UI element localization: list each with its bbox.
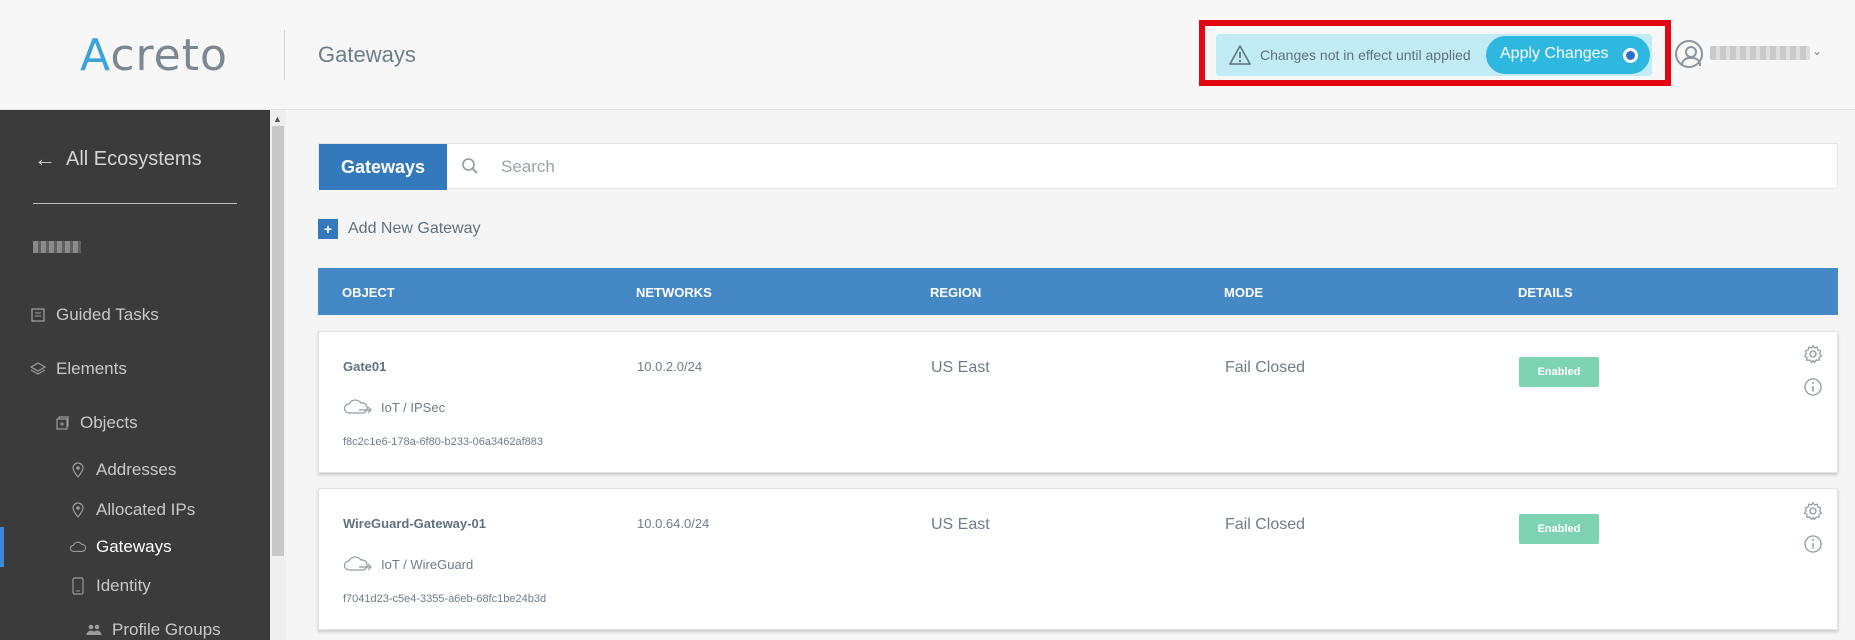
chevron-down-icon[interactable]: ⌄: [1812, 44, 1822, 58]
sidebar-item-label: Guided Tasks: [56, 305, 159, 324]
cloud-icon: [343, 556, 372, 571]
ecosystem-name-redacted: [33, 241, 81, 253]
pending-changes-bar: Changes not in effect until applied Appl…: [1216, 34, 1652, 76]
sidebar-item-label: Objects: [80, 413, 138, 432]
column-header-networks: NETWORKS: [636, 285, 712, 300]
gear-icon[interactable]: [1803, 344, 1823, 364]
active-indicator: [0, 527, 4, 567]
table-header: OBJECT NETWORKS REGION MODE DETAILS: [318, 268, 1838, 315]
search-input[interactable]: [501, 152, 1801, 182]
all-ecosystems-label: All Ecosystems: [66, 147, 202, 170]
sidebar-item-label: Identity: [96, 576, 151, 595]
location-pin-icon: [70, 462, 86, 478]
table-row[interactable]: Gate01 IoT / IPSec f8c2c1e6-178a-6f80-b2…: [318, 331, 1838, 473]
gateway-uuid: f8c2c1e6-178a-6f80-b233-06a3462af883: [343, 436, 543, 448]
plus-icon: +: [318, 219, 338, 239]
gateway-type-label: IoT / IPSec: [381, 399, 446, 415]
column-header-mode: MODE: [1224, 285, 1263, 300]
warning-icon: [1229, 45, 1251, 65]
column-header-object: OBJECT: [342, 285, 395, 300]
sidebar-item-elements[interactable]: Elements: [30, 359, 127, 379]
cloud-icon: [70, 539, 86, 555]
gateway-network: 10.0.64.0/24: [637, 516, 710, 531]
sidebar-item-identity[interactable]: Identity: [70, 576, 151, 596]
gateway-network: 10.0.2.0/24: [637, 359, 703, 374]
add-new-gateway-button[interactable]: + Add New Gateway: [318, 219, 481, 239]
scroll-up-arrow-icon[interactable]: ▲: [273, 114, 282, 124]
gateway-type-label: IoT / WireGuard: [381, 556, 474, 572]
search-icon: [462, 158, 478, 174]
info-icon[interactable]: [1803, 534, 1823, 554]
gateway-uuid: f7041d23-c5e4-3355-a6eb-68fc1be24b3d: [343, 593, 547, 605]
logo-mark: A: [80, 30, 111, 81]
gateway-name[interactable]: WireGuard-Gateway-01: [343, 516, 486, 531]
tab-gateways[interactable]: Gateways: [319, 144, 447, 190]
column-header-region: REGION: [930, 285, 982, 300]
changes-notice: Changes not in effect until applied: [1260, 47, 1471, 63]
page-title: Gateways: [318, 42, 416, 67]
apply-changes-label: Apply Changes: [1500, 45, 1609, 62]
phone-icon: [70, 577, 86, 595]
acreto-logo[interactable]: Acreto: [80, 30, 228, 81]
add-new-gateway-label: Add New Gateway: [348, 220, 481, 237]
gateway-type: IoT / IPSec: [343, 398, 445, 416]
gateway-name[interactable]: Gate01: [343, 359, 386, 374]
sidebar: ← All Ecosystems Guided Tasks Elements O…: [0, 110, 270, 640]
sidebar-item-label: Profile Groups: [112, 620, 221, 639]
sidebar-divider: [33, 203, 237, 204]
gateway-mode: Fail Closed: [1225, 359, 1306, 376]
gateways-toolbar: Gateways: [318, 143, 1838, 190]
sidebar-scrollbar[interactable]: ▲: [270, 110, 286, 640]
column-header-details: DETAILS: [1518, 285, 1573, 300]
people-icon: [86, 622, 102, 638]
header-divider: [284, 30, 285, 80]
sidebar-item-label: Addresses: [96, 460, 177, 479]
sidebar-item-objects[interactable]: Objects: [54, 413, 138, 433]
top-header: Acreto Gateways Changes not in effect un…: [0, 0, 1855, 110]
status-badge: Enabled: [1519, 514, 1599, 544]
cloud-icon: [343, 399, 372, 414]
document-list-icon: [30, 307, 46, 323]
scrollbar-thumb[interactable]: [272, 126, 284, 556]
gateway-region: US East: [931, 516, 990, 533]
info-icon[interactable]: [1803, 377, 1823, 397]
sidebar-item-allocated-ips[interactable]: Allocated IPs: [70, 500, 195, 520]
apply-changes-button[interactable]: Apply Changes: [1486, 36, 1650, 74]
user-name-redacted[interactable]: [1710, 46, 1810, 60]
sidebar-item-profile-groups[interactable]: Profile Groups: [86, 620, 221, 640]
layers-icon: [30, 361, 46, 377]
sidebar-item-label: Gateways: [96, 537, 172, 556]
status-badge: Enabled: [1519, 357, 1599, 387]
sidebar-item-label: Allocated IPs: [96, 500, 196, 519]
sidebar-item-addresses[interactable]: Addresses: [70, 460, 176, 480]
arrow-left-icon: ←: [34, 146, 56, 171]
logo-text: creto: [110, 30, 228, 81]
user-avatar-icon[interactable]: [1675, 40, 1703, 68]
gateway-type: IoT / WireGuard: [343, 555, 473, 573]
gateway-mode: Fail Closed: [1225, 516, 1306, 533]
sidebar-item-label: Elements: [56, 359, 127, 378]
gear-icon[interactable]: [1803, 501, 1823, 521]
sidebar-item-gateways[interactable]: Gateways: [70, 537, 172, 557]
table-row[interactable]: WireGuard-Gateway-01 IoT / WireGuard f70…: [318, 488, 1838, 630]
status-dot-icon: [1623, 48, 1638, 63]
sidebar-item-guided-tasks[interactable]: Guided Tasks: [30, 305, 159, 325]
gateway-region: US East: [931, 359, 990, 376]
location-pin-icon: [70, 502, 86, 518]
objects-icon: [54, 415, 70, 431]
all-ecosystems-link[interactable]: ← All Ecosystems: [34, 146, 202, 172]
